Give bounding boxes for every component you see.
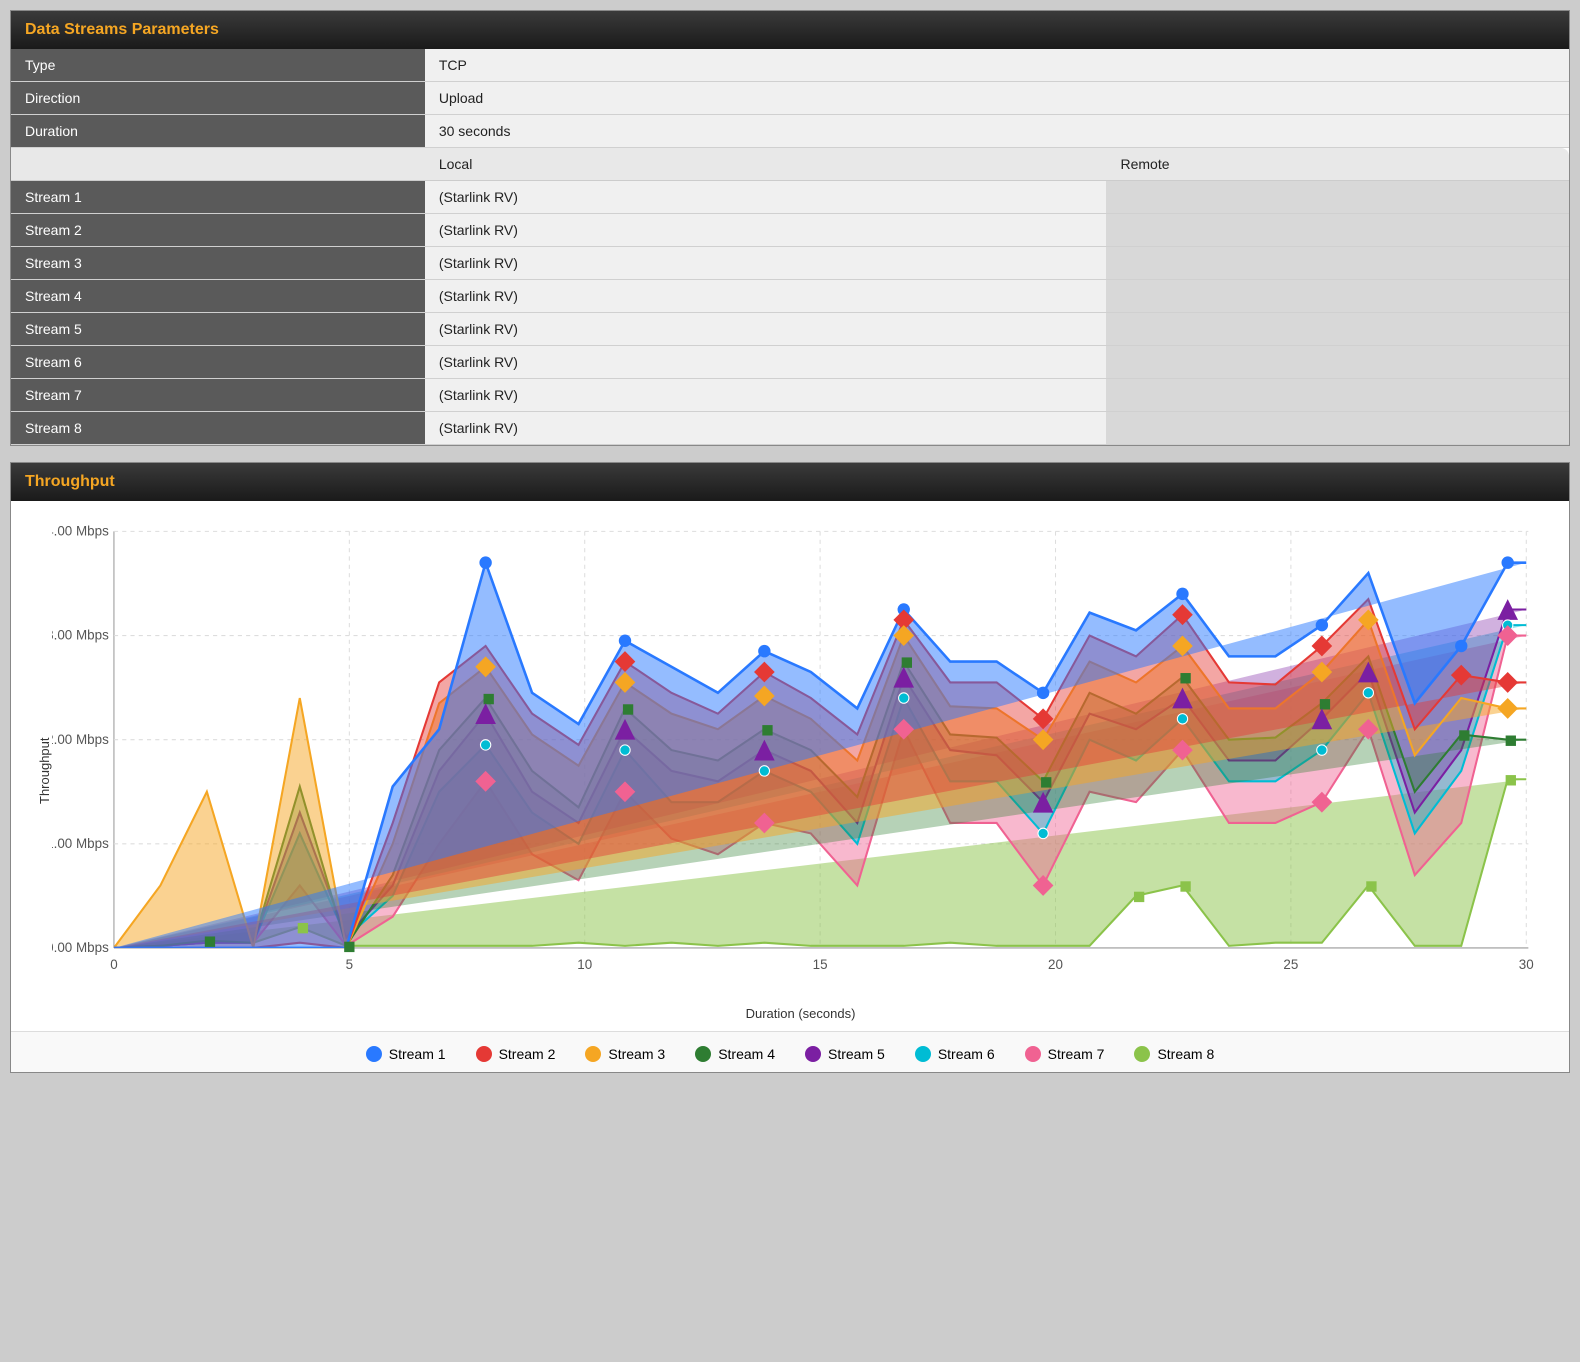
stream-row: Stream 6 (Starlink RV): [11, 346, 1569, 379]
legend-item: Stream 5: [805, 1046, 885, 1062]
stream-local: (Starlink RV): [425, 412, 1107, 445]
stream-label: Stream 7: [11, 379, 425, 412]
legend-item: Stream 1: [366, 1046, 446, 1062]
throughput-header: Throughput: [11, 463, 1569, 501]
stream-remote: [1106, 313, 1569, 346]
legend-item: Stream 8: [1134, 1046, 1214, 1062]
y-axis-label: Throughput: [31, 521, 52, 1021]
row-value: TCP: [425, 49, 1569, 82]
stream-remote: [1106, 214, 1569, 247]
chart-right: 4.00 Mbps 3.00 Mbps 2.00 Mbps 1.00 Mbps …: [52, 521, 1549, 1021]
svg-text:25: 25: [1283, 957, 1298, 972]
stream-label: Stream 2: [11, 214, 425, 247]
legend-dot: [695, 1046, 711, 1062]
row-value: Upload: [425, 82, 1569, 115]
svg-text:0.00 Mbps: 0.00 Mbps: [52, 940, 109, 955]
stream-row: Stream 8 (Starlink RV): [11, 412, 1569, 445]
stream-label: Stream 3: [11, 247, 425, 280]
params-title: Data Streams Parameters: [25, 21, 219, 38]
legend-item: Stream 4: [695, 1046, 775, 1062]
legend-label: Stream 7: [1048, 1046, 1105, 1062]
legend: Stream 1 Stream 2 Stream 3 Stream 4 Stre…: [11, 1031, 1569, 1072]
row-label: Direction: [11, 82, 425, 115]
stream-local: (Starlink RV): [425, 346, 1107, 379]
legend-label: Stream 4: [718, 1046, 775, 1062]
legend-dot: [366, 1046, 382, 1062]
legend-item: Stream 7: [1025, 1046, 1105, 1062]
svg-text:2.00 Mbps: 2.00 Mbps: [52, 732, 109, 747]
stream-row: Stream 5 (Starlink RV): [11, 313, 1569, 346]
svg-text:0: 0: [110, 957, 117, 972]
legend-label: Stream 8: [1157, 1046, 1214, 1062]
stream-local: (Starlink RV): [425, 313, 1107, 346]
chart-svg: 4.00 Mbps 3.00 Mbps 2.00 Mbps 1.00 Mbps …: [52, 521, 1549, 1000]
svg-text:30: 30: [1519, 957, 1534, 972]
stream-remote: [1106, 181, 1569, 214]
throughput-panel: Throughput Throughput: [10, 462, 1570, 1073]
legend-label: Stream 6: [938, 1046, 995, 1062]
stream-row: Stream 1 (Starlink RV): [11, 181, 1569, 214]
chart-container: Throughput: [31, 521, 1549, 1021]
row-value: 30 seconds: [425, 115, 1569, 148]
chart-svg-area: 4.00 Mbps 3.00 Mbps 2.00 Mbps 1.00 Mbps …: [52, 521, 1549, 1000]
sub-header-row: Local Remote: [11, 148, 1569, 181]
table-row: Direction Upload: [11, 82, 1569, 115]
legend-dot: [1134, 1046, 1150, 1062]
legend-dot: [915, 1046, 931, 1062]
stream-local: (Starlink RV): [425, 214, 1107, 247]
params-table: Type TCPDirection UploadDuration 30 seco…: [11, 49, 1569, 445]
stream-local: (Starlink RV): [425, 181, 1107, 214]
legend-dot: [1025, 1046, 1041, 1062]
svg-text:3.00 Mbps: 3.00 Mbps: [52, 628, 109, 643]
table-row: Duration 30 seconds: [11, 115, 1569, 148]
svg-text:1.00 Mbps: 1.00 Mbps: [52, 836, 109, 851]
params-header: Data Streams Parameters: [11, 11, 1569, 49]
legend-label: Stream 3: [608, 1046, 665, 1062]
legend-item: Stream 2: [476, 1046, 556, 1062]
params-panel: Data Streams Parameters Type TCPDirectio…: [10, 10, 1570, 446]
stream-local: (Starlink RV): [425, 280, 1107, 313]
stream-label: Stream 8: [11, 412, 425, 445]
stream-label: Stream 1: [11, 181, 425, 214]
svg-text:4.00 Mbps: 4.00 Mbps: [52, 524, 109, 539]
legend-item: Stream 3: [585, 1046, 665, 1062]
stream-remote: [1106, 346, 1569, 379]
sub-header-label: [11, 148, 425, 181]
stream-remote: [1106, 247, 1569, 280]
stream-row: Stream 3 (Starlink RV): [11, 247, 1569, 280]
legend-label: Stream 5: [828, 1046, 885, 1062]
legend-dot: [585, 1046, 601, 1062]
legend-dot: [476, 1046, 492, 1062]
legend-label: Stream 2: [499, 1046, 556, 1062]
legend-item: Stream 6: [915, 1046, 995, 1062]
stream-row: Stream 4 (Starlink RV): [11, 280, 1569, 313]
stream-local: (Starlink RV): [425, 247, 1107, 280]
row-label: Type: [11, 49, 425, 82]
legend-label: Stream 1: [389, 1046, 446, 1062]
stream-label: Stream 6: [11, 346, 425, 379]
chart-area: Throughput: [11, 501, 1569, 1031]
stream-remote: [1106, 379, 1569, 412]
stream-label: Stream 5: [11, 313, 425, 346]
chart-inner: Throughput: [31, 521, 1549, 1021]
remote-header: Remote: [1106, 148, 1569, 181]
row-label: Duration: [11, 115, 425, 148]
stream-row: Stream 7 (Starlink RV): [11, 379, 1569, 412]
local-header: Local: [425, 148, 1107, 181]
svg-text:5: 5: [346, 957, 353, 972]
svg-text:20: 20: [1048, 957, 1063, 972]
legend-dot: [805, 1046, 821, 1062]
svg-text:10: 10: [577, 957, 592, 972]
stream-remote: [1106, 280, 1569, 313]
stream-label: Stream 4: [11, 280, 425, 313]
svg-text:15: 15: [813, 957, 828, 972]
table-row: Type TCP: [11, 49, 1569, 82]
stream-local: (Starlink RV): [425, 379, 1107, 412]
x-axis-label: Duration (seconds): [52, 1000, 1549, 1021]
stream-remote: [1106, 412, 1569, 445]
stream-row: Stream 2 (Starlink RV): [11, 214, 1569, 247]
throughput-title: Throughput: [25, 473, 115, 490]
